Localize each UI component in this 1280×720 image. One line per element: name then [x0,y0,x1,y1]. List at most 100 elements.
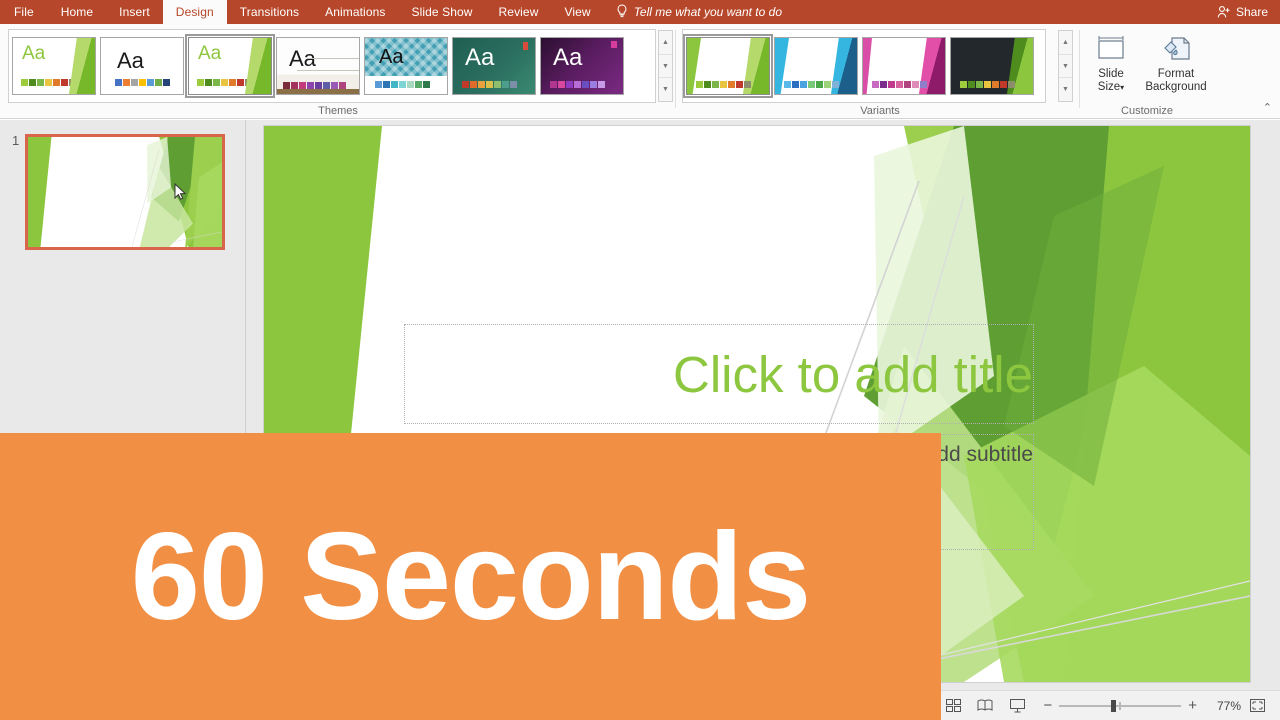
variants-more-button[interactable]: ▼ [1059,78,1072,101]
zoom-level-label[interactable]: 77% [1203,699,1241,713]
collapse-ribbon-button[interactable]: ⌃ [1263,101,1272,114]
themes-more-button[interactable]: ▼ [659,78,672,101]
slide-thumbnail-content [28,137,222,247]
tab-file[interactable]: File [0,0,48,24]
variant-swatches [784,81,839,88]
format-background-label-1: Format [1157,68,1195,80]
title-placeholder[interactable]: Click to add title [404,324,1034,424]
title-placeholder-text: Click to add title [673,345,1033,403]
themes-scroll-down-button[interactable]: ▼ [659,55,672,79]
theme-band-decoration [277,89,359,94]
theme-corner-mark [611,41,617,48]
share-label: Share [1235,5,1268,19]
variant-thumb-variant-green[interactable] [683,34,773,98]
theme-swatches [283,82,346,89]
slide-size-label-1: Slide [1098,68,1124,80]
variants-scroll-down-button[interactable]: ▼ [1059,55,1072,79]
slide-thumbnail-1[interactable] [25,134,225,250]
slide-sorter-view-button[interactable] [940,695,966,717]
tab-insert-label: Insert [119,5,150,19]
theme-thumb-facet-theme[interactable]: Aa [185,34,275,98]
tab-slide-show[interactable]: Slide Show [398,0,485,24]
slide-thumbnail-graphic [28,137,222,247]
tab-review-label: Review [498,5,539,19]
tab-home[interactable]: Home [48,0,106,24]
theme-swatches [550,81,605,88]
tell-me-search[interactable]: Tell me what you want to do [604,0,794,24]
ribbon-body: Aa Aa Aa Aa Aa Aa Aa ▲ ▼ ▼ Themes ▲ ▼ ▼ … [0,24,1280,119]
theme-aa-label: Aa [22,43,46,64]
themes-gallery[interactable]: Aa Aa Aa Aa Aa Aa Aa [8,29,656,103]
theme-swatches [375,81,430,88]
slide-size-icon [1094,32,1128,64]
tab-slide-show-label: Slide Show [411,5,473,19]
tab-animations[interactable]: Animations [312,0,398,24]
theme-swatches [197,79,252,86]
variant-swatches [960,81,1015,88]
tell-me-label: Tell me what you want to do [633,5,782,19]
themes-scroll-up-button[interactable]: ▲ [659,31,672,55]
theme-thumb-office-theme[interactable]: Aa [12,37,96,95]
theme-thumb-quotable-theme[interactable]: Aa [540,37,624,95]
themes-group-label: Themes [318,105,358,117]
mouse-cursor [174,182,187,201]
theme-thumb-berlin-theme[interactable]: Aa [276,37,360,95]
theme-thumb-frame-theme[interactable]: Aa [452,37,536,95]
tab-file-label: File [14,5,34,19]
variant-thumb-variant-dark[interactable] [950,37,1034,95]
format-background-button[interactable]: Format Background [1140,30,1212,94]
person-share-icon [1217,5,1231,19]
theme-swatches [115,79,170,86]
theme-aa-label: Aa [289,46,316,71]
lightbulb-icon [616,4,628,20]
group-separator [1079,30,1080,108]
tab-transitions[interactable]: Transitions [227,0,312,24]
zoom-slider-handle[interactable] [1111,699,1117,712]
theme-swatches [21,79,76,86]
zoom-control[interactable]: − + [1043,698,1197,713]
group-themes: Aa Aa Aa Aa Aa Aa Aa ▲ ▼ ▼ Themes [0,24,676,119]
format-background-label-2: Background [1145,81,1207,93]
theme-wave-decoration [245,38,271,94]
overlay-title-text: 60 Seconds [130,507,811,646]
slide-show-view-button[interactable] [1004,695,1030,717]
tab-home-label: Home [60,5,94,19]
variants-gallery[interactable] [682,29,1046,103]
theme-thumb-blank-theme[interactable]: Aa [100,37,184,95]
variants-scrollbar[interactable]: ▲ ▼ ▼ [1058,30,1073,102]
zoom-in-button[interactable]: + [1188,698,1197,713]
tab-animations-label: Animations [325,5,386,19]
reading-view-button[interactable] [972,695,998,717]
variant-thumb-variant-blue[interactable] [774,37,858,95]
theme-swatches [462,81,517,88]
zoom-slider-midpoint [1119,701,1122,710]
theme-aa-label: Aa [465,44,495,71]
share-button[interactable]: Share [1205,0,1280,24]
tab-view[interactable]: View [551,0,603,24]
variant-thumb-variant-magenta[interactable] [862,37,946,95]
slide-size-label-2: Size [1097,81,1121,93]
slide-size-caret-icon[interactable]: ▾ [1120,83,1124,92]
zoom-slider[interactable] [1059,699,1182,712]
slide-number-label: 1 [12,133,20,148]
theme-aa-label: Aa [117,48,144,73]
theme-thumb-dividend-theme[interactable]: Aa [364,37,448,95]
theme-pattern-decoration [365,38,447,76]
tab-insert[interactable]: Insert [106,0,163,24]
tab-design[interactable]: Design [162,0,227,24]
customize-group-label: Customize [1121,105,1173,117]
theme-aa-label: Aa [379,46,404,68]
variant-swatches [872,81,927,88]
theme-wave-decoration [69,38,95,94]
variant-left-shape [863,38,872,94]
slide-size-button[interactable]: Slide Size▾ [1082,30,1140,94]
themes-scrollbar[interactable]: ▲ ▼ ▼ [658,30,673,102]
variants-scroll-up-button[interactable]: ▲ [1059,31,1072,55]
theme-aa-label: Aa [553,44,583,71]
fit-slide-to-window-button[interactable] [1244,695,1270,717]
variants-group-label: Variants [860,105,900,117]
tab-design-label: Design [175,5,214,19]
tab-review[interactable]: Review [486,0,552,24]
zoom-out-button[interactable]: − [1043,698,1052,713]
powerpoint-window: File Home Insert Design Transitions Anim… [0,0,1280,720]
